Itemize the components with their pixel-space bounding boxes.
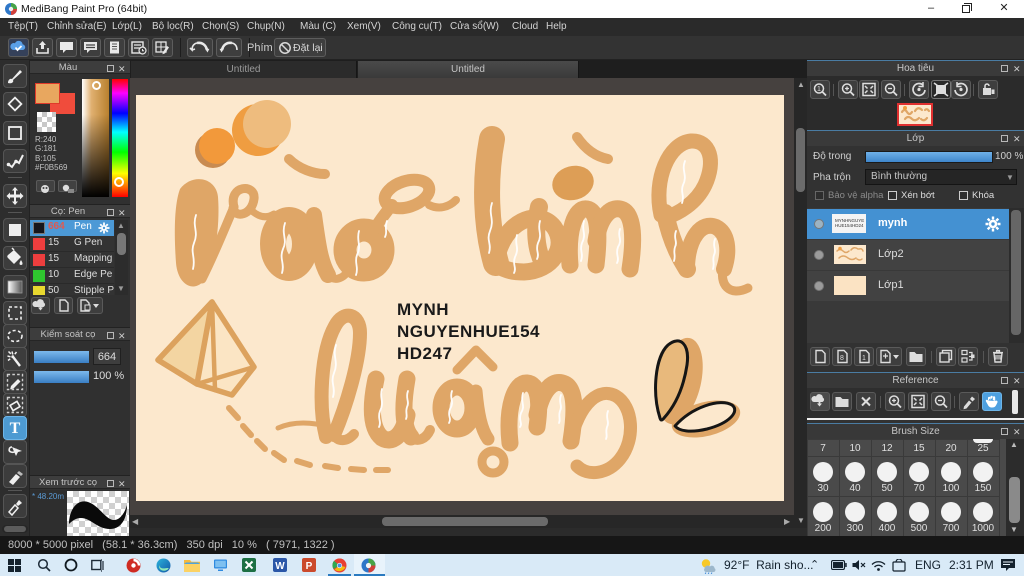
svg-text:1: 1 — [862, 355, 866, 362]
svg-text:W: W — [275, 561, 285, 572]
svg-text:MYNH: MYNH — [397, 300, 449, 319]
svg-text:P: P — [306, 561, 313, 572]
svg-text:T: T — [10, 420, 21, 437]
svg-text:HUE154HD24: HUE154HD24 — [835, 223, 864, 228]
svg-text:1: 1 — [817, 86, 821, 93]
svg-text:HD247: HD247 — [397, 344, 452, 363]
svg-text:NGUYENHUE154: NGUYENHUE154 — [397, 322, 540, 341]
svg-text:8: 8 — [840, 355, 844, 362]
